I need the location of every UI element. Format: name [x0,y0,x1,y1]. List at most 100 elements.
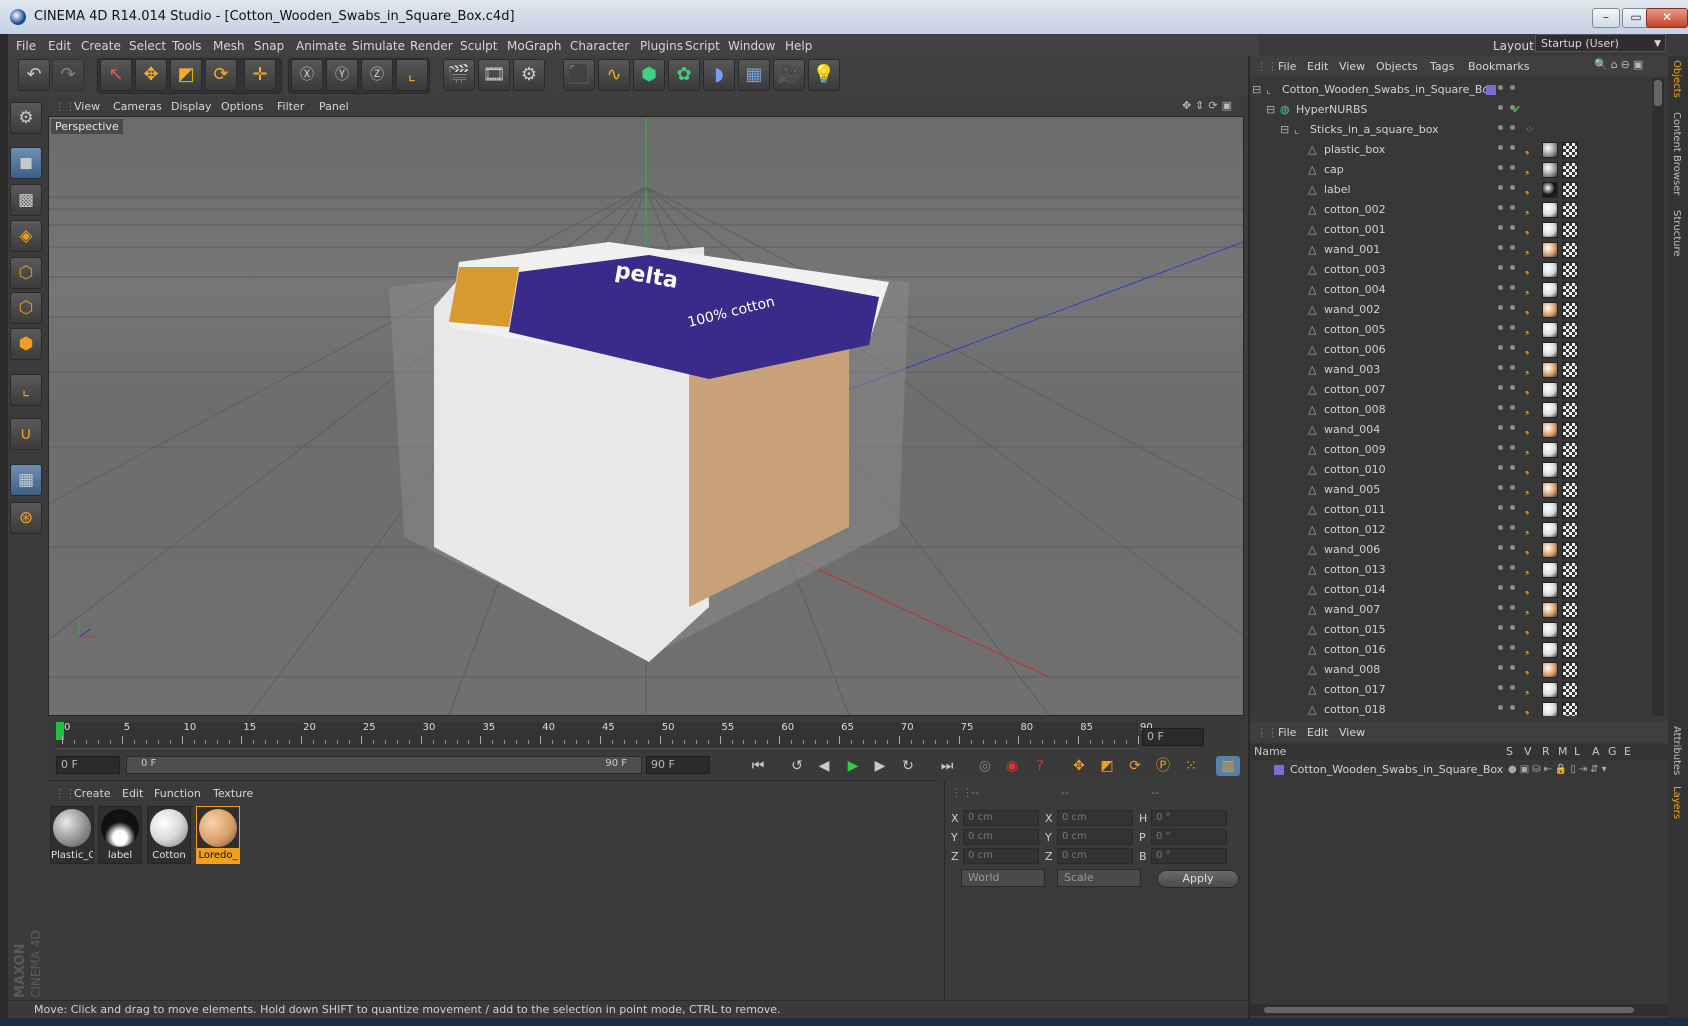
phong-tag-icon[interactable]: ❟ [1525,303,1535,317]
snap-button[interactable]: ∪ [10,418,42,450]
object-row-child[interactable]: △ cotton_005 ❟ [1250,320,1650,340]
tab-objects[interactable]: Objects [1671,60,1682,98]
render-picture-viewer-button[interactable]: 🎞 [478,59,510,91]
grid-lock-button[interactable]: ▦ [10,464,42,496]
object-name[interactable]: cotton_015 [1324,620,1386,640]
objects-menu-edit[interactable]: Edit [1307,60,1328,73]
object-name[interactable]: plastic_box [1324,140,1385,160]
tag-icon[interactable]: ⁘ [1525,123,1535,137]
redo-button[interactable]: ↷ [52,59,84,91]
material-tag-icon[interactable] [1542,502,1558,518]
layer-scrollbar[interactable] [1250,1004,1668,1016]
object-name[interactable]: wand_001 [1324,240,1380,260]
material-tag-icon[interactable] [1542,162,1558,178]
texture-mode-button[interactable]: ▩ [10,184,42,216]
visibility-dots[interactable] [1498,245,1518,255]
position-x-field[interactable]: 0 cm [963,810,1039,826]
material-tag-icon[interactable] [1542,302,1558,318]
material-tag-icon[interactable] [1542,262,1558,278]
z-axis-lock-button[interactable]: Ⓩ [361,59,393,91]
object-name[interactable]: HyperNURBS [1296,100,1367,120]
phong-tag-icon[interactable]: ❟ [1525,523,1535,537]
material-tag-icon[interactable] [1542,682,1558,698]
material-tag-icon[interactable] [1542,222,1558,238]
visibility-dots[interactable] [1498,565,1518,575]
object-name[interactable]: wand_005 [1324,480,1380,500]
material-tag-icon[interactable] [1542,182,1558,198]
object-name[interactable]: wand_007 [1324,600,1380,620]
texture-tag-icon[interactable] [1562,262,1578,278]
play-button[interactable]: ▶ [841,756,865,776]
previous-frame-button[interactable]: ◀ [812,756,836,776]
menu-script[interactable]: Script [685,39,720,53]
material-tag-icon[interactable] [1542,342,1558,358]
viewport-menu-display[interactable]: Display [171,100,212,113]
phong-tag-icon[interactable]: ❟ [1525,583,1535,597]
material-tag-icon[interactable] [1542,362,1558,378]
texture-tag-icon[interactable] [1562,362,1578,378]
layers-menu-file[interactable]: File [1278,726,1296,739]
object-name[interactable]: cotton_005 [1324,320,1386,340]
phong-tag-icon[interactable]: ❟ [1525,543,1535,557]
visibility-dots[interactable] [1498,325,1518,335]
material-tag-icon[interactable] [1542,662,1558,678]
phong-tag-icon[interactable]: ❟ [1525,563,1535,577]
visibility-dots[interactable] [1498,285,1518,295]
visibility-dots[interactable] [1498,205,1518,215]
record-keys-button[interactable]: ◎ [973,756,997,776]
coordinate-system-button[interactable]: ⌞ [396,59,428,91]
current-frame-field[interactable]: 0 F [1142,728,1204,746]
visibility-dots[interactable] [1498,645,1518,655]
phong-tag-icon[interactable]: ❟ [1525,603,1535,617]
add-nurbs-button[interactable]: ⬢ [633,59,665,91]
layer-col-s[interactable]: S [1506,745,1513,758]
object-name[interactable]: wand_002 [1324,300,1380,320]
add-floor-button[interactable]: ▦ [738,59,770,91]
object-row-child[interactable]: △ cotton_010 ❟ [1250,460,1650,480]
visibility-dots[interactable] [1498,545,1518,555]
object-name[interactable]: cotton_002 [1324,200,1386,220]
layer-color-swatch[interactable] [1274,765,1284,775]
object-row-child[interactable]: △ wand_001 ❟ [1250,240,1650,260]
visibility-dots[interactable] [1498,345,1518,355]
menu-window[interactable]: Window [728,39,775,53]
menu-mograph[interactable]: MoGraph [507,39,562,53]
object-row-child[interactable]: △ wand_004 ❟ [1250,420,1650,440]
range-slider[interactable]: 0 F 90 F [126,756,642,774]
texture-tag-icon[interactable] [1562,402,1578,418]
menu-edit[interactable]: Edit [48,39,71,53]
object-name[interactable]: cotton_006 [1324,340,1386,360]
material-tag-icon[interactable] [1542,642,1558,658]
previous-key-button[interactable]: ↺ [785,756,809,776]
close-button[interactable]: ✕ [1646,8,1688,28]
object-row-child[interactable]: △ wand_008 ❟ [1250,660,1650,680]
menu-create[interactable]: Create [81,39,121,53]
points-mode-button[interactable]: ⬡ [10,257,42,289]
object-name[interactable]: cotton_009 [1324,440,1386,460]
object-tree[interactable]: ⊟ ⌞ Cotton_Wooden_Swabs_in_Square_Box ⊟ ◍ Hyp… [1250,78,1650,716]
x-axis-lock-button[interactable]: Ⓧ [291,59,323,91]
object-row-child[interactable]: △ cotton_001 ❟ [1250,220,1650,240]
object-manager-tools[interactable]: 🔍⌂⊖▣ [1594,58,1646,71]
phong-tag-icon[interactable]: ❟ [1525,443,1535,457]
size-y-field[interactable]: 0 cm [1057,829,1133,845]
material-swatch[interactable]: label [98,806,142,864]
add-deformer-button[interactable]: ◗ [703,59,735,91]
menu-help[interactable]: Help [785,39,812,53]
render-view-button[interactable]: 🎬 [443,59,475,91]
object-name[interactable]: cotton_001 [1324,220,1386,240]
go-to-end-button[interactable]: ⏭ [935,756,959,776]
texture-tag-icon[interactable] [1562,282,1578,298]
make-editable-button[interactable]: ⚙ [10,102,42,134]
menu-file[interactable]: File [16,39,36,53]
phong-tag-icon[interactable]: ❟ [1525,163,1535,177]
scale-tool-button[interactable]: ◩ [170,59,202,91]
object-name[interactable]: wand_006 [1324,540,1380,560]
visibility-dots[interactable] [1498,365,1518,375]
phong-tag-icon[interactable]: ❟ [1525,383,1535,397]
expand-toggle-icon[interactable]: ⊟ [1266,100,1275,120]
visibility-dots[interactable] [1498,605,1518,615]
menu-simulate[interactable]: Simulate [352,39,405,53]
material-menu-function[interactable]: Function [154,787,201,800]
object-row-child[interactable]: △ cotton_012 ❟ [1250,520,1650,540]
